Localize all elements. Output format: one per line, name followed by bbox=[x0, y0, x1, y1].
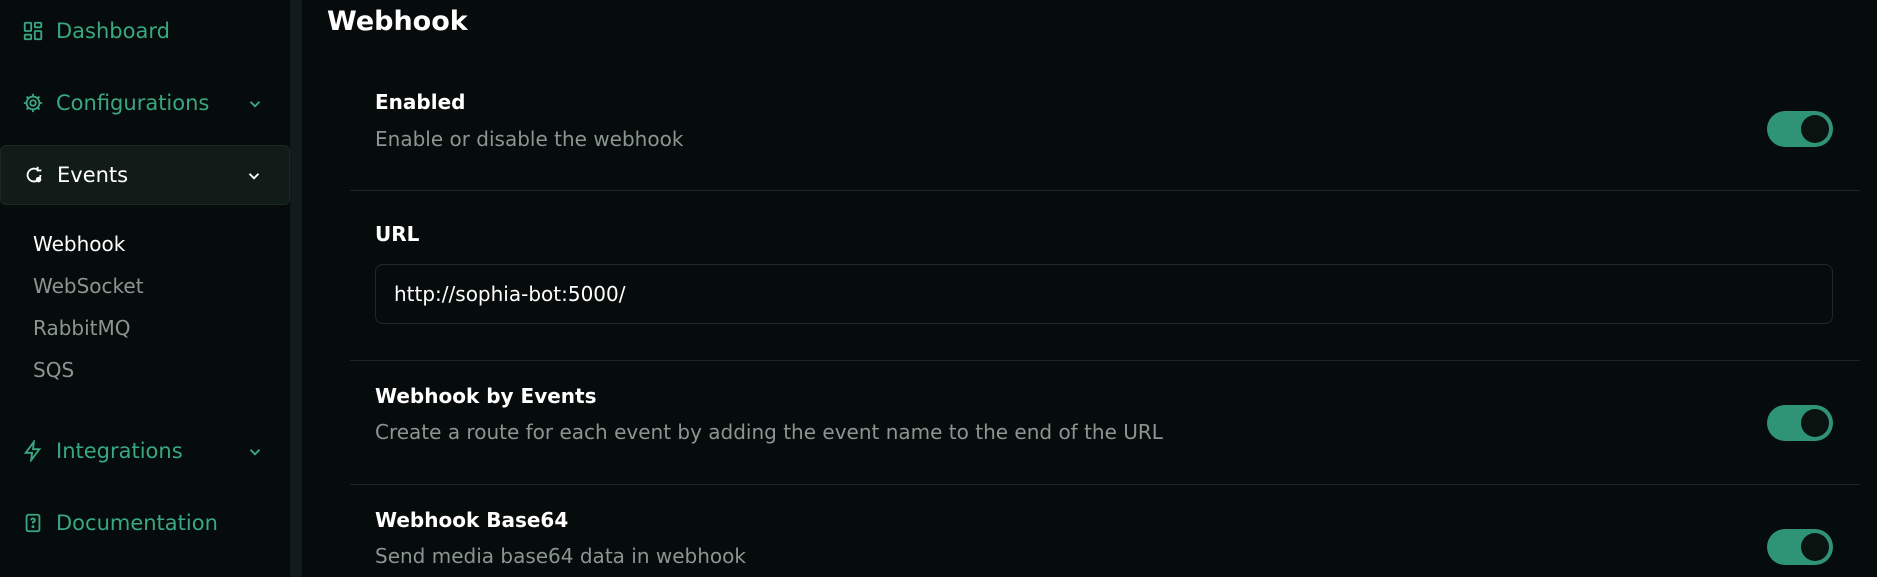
dashboard-icon bbox=[22, 20, 44, 42]
divider bbox=[350, 484, 1860, 485]
url-input[interactable] bbox=[375, 264, 1833, 324]
chevron-down-icon bbox=[246, 442, 264, 460]
sidebar-item-integrations[interactable]: Integrations bbox=[0, 421, 290, 481]
webhook-base64-description: Send media base64 data in webhook bbox=[375, 544, 746, 568]
events-icon bbox=[23, 164, 45, 186]
webhook-by-events-description: Create a route for each event by adding … bbox=[375, 420, 1163, 444]
enabled-toggle[interactable] bbox=[1767, 111, 1833, 147]
sidebar-subitem-websocket[interactable]: WebSocket bbox=[33, 274, 144, 298]
sidebar-subitem-webhook[interactable]: Webhook bbox=[33, 232, 125, 256]
sidebar-item-label: Events bbox=[57, 163, 129, 187]
gear-icon bbox=[22, 92, 44, 114]
page-title: Webhook bbox=[327, 6, 468, 37]
toggle-knob bbox=[1801, 533, 1829, 561]
main-content: Webhook Enabled Enable or disable the we… bbox=[302, 0, 1877, 577]
webhook-by-events-title: Webhook by Events bbox=[375, 384, 597, 408]
sidebar-item-dashboard[interactable]: Dashboard bbox=[0, 1, 290, 61]
sidebar-subitem-rabbitmq[interactable]: RabbitMQ bbox=[33, 316, 131, 340]
sidebar: Dashboard Configurations Events Webhook … bbox=[0, 0, 290, 577]
sidebar-item-label: Integrations bbox=[56, 439, 183, 463]
sidebar-item-events[interactable]: Events bbox=[0, 145, 290, 205]
app: Dashboard Configurations Events Webhook … bbox=[0, 0, 1877, 577]
enabled-description: Enable or disable the webhook bbox=[375, 127, 684, 151]
enabled-title: Enabled bbox=[375, 90, 466, 114]
webhook-base64-title: Webhook Base64 bbox=[375, 508, 569, 532]
document-icon bbox=[22, 512, 44, 534]
sidebar-subitem-sqs[interactable]: SQS bbox=[33, 358, 74, 382]
webhook-by-events-toggle[interactable] bbox=[1767, 405, 1833, 441]
sidebar-item-configurations[interactable]: Configurations bbox=[0, 73, 290, 133]
webhook-base64-toggle[interactable] bbox=[1767, 529, 1833, 565]
toggle-knob bbox=[1801, 115, 1829, 143]
toggle-knob bbox=[1801, 409, 1829, 437]
sidebar-item-label: Documentation bbox=[56, 511, 218, 535]
chevron-down-icon bbox=[245, 166, 263, 184]
sidebar-item-label: Configurations bbox=[56, 91, 210, 115]
sidebar-item-documentation[interactable]: Documentation bbox=[0, 493, 290, 553]
divider bbox=[350, 190, 1860, 191]
lightning-icon bbox=[22, 440, 44, 462]
url-label: URL bbox=[375, 222, 420, 246]
divider bbox=[350, 360, 1860, 361]
chevron-down-icon bbox=[246, 94, 264, 112]
sidebar-divider bbox=[290, 0, 302, 577]
sidebar-item-label: Dashboard bbox=[56, 19, 170, 43]
